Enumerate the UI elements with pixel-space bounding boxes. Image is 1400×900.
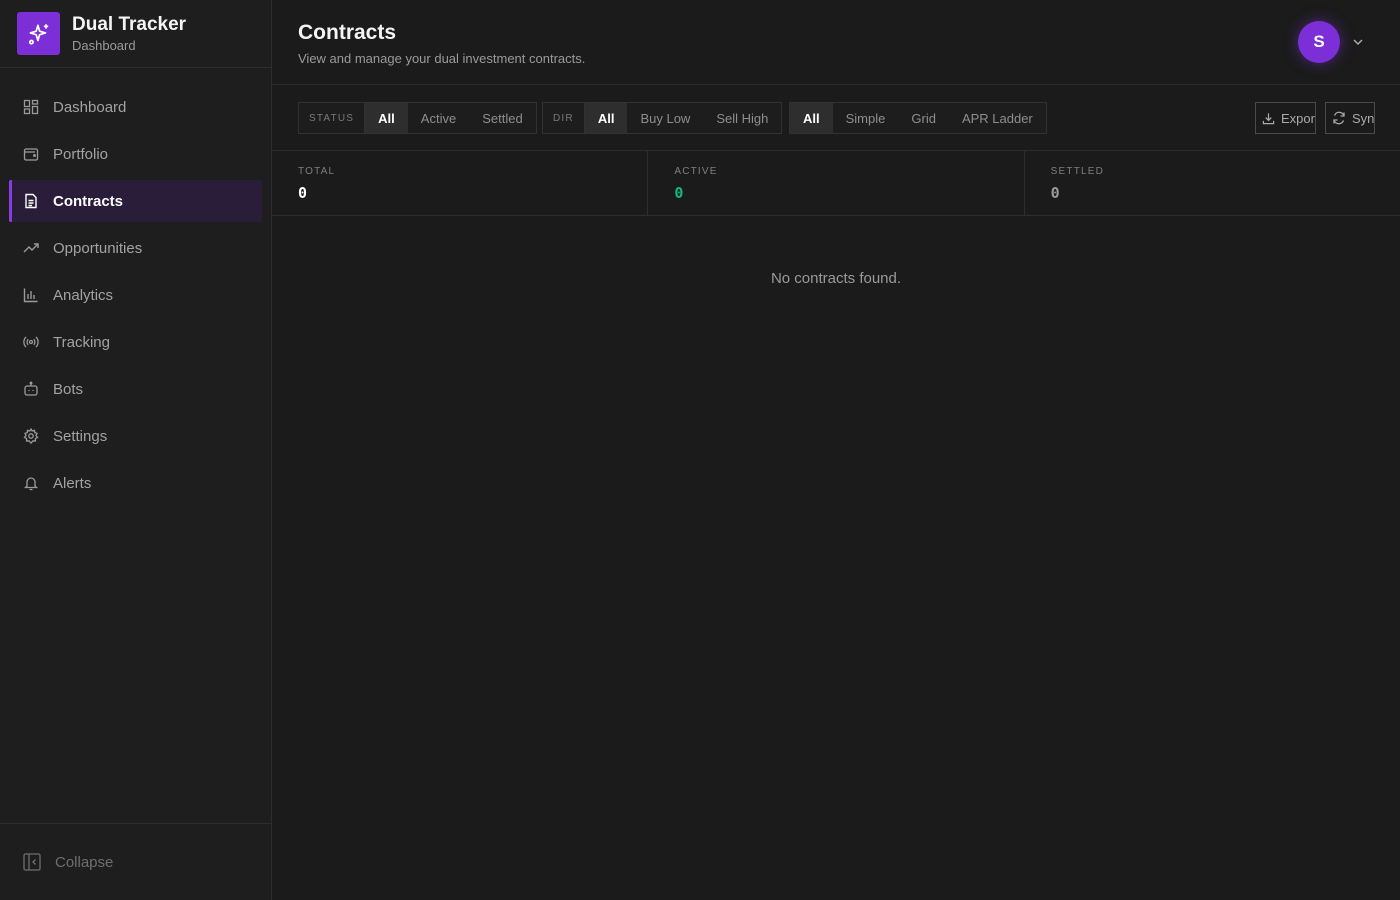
filter-toolbar: STATUS All Active Settled DIR All Buy Lo… bbox=[272, 85, 1400, 151]
sidebar-item-label: Portfolio bbox=[53, 145, 109, 163]
sidebar-item-label: Bots bbox=[53, 380, 84, 398]
status-filter-label: STATUS bbox=[299, 103, 366, 133]
avatar[interactable]: S bbox=[1298, 21, 1340, 63]
gear-icon bbox=[23, 428, 39, 444]
stat-label: TOTAL bbox=[298, 166, 336, 177]
collapse-icon bbox=[23, 853, 41, 871]
bot-icon bbox=[23, 381, 39, 397]
sync-button[interactable]: Sync bbox=[1325, 102, 1375, 134]
page-title: Contracts bbox=[298, 21, 397, 44]
main-content: Contracts View and manage your dual inve… bbox=[272, 0, 1400, 900]
sidebar-item-bots[interactable]: Bots bbox=[9, 368, 262, 410]
sparkles-icon[interactable] bbox=[17, 12, 60, 55]
dir-filter-sell-high[interactable]: Sell High bbox=[703, 103, 781, 133]
stat-value: 0 bbox=[1050, 184, 1060, 202]
sidebar-item-label: Dashboard bbox=[53, 98, 127, 116]
stat-label: ACTIVE bbox=[674, 166, 718, 177]
sidebar: Dual Tracker Dashboard Dashboard Portfol… bbox=[0, 0, 272, 900]
stat-value: 0 bbox=[674, 184, 684, 202]
document-icon bbox=[23, 193, 39, 209]
bar-chart-icon bbox=[23, 287, 39, 303]
radio-icon bbox=[23, 334, 39, 350]
download-icon bbox=[1262, 112, 1275, 125]
sidebar-item-settings[interactable]: Settings bbox=[9, 415, 262, 457]
type-filter: All Simple Grid APR Ladder bbox=[789, 102, 1047, 134]
type-filter-simple[interactable]: Simple bbox=[833, 103, 899, 133]
stat-settled: SETTLED 0 bbox=[1025, 151, 1400, 215]
chevron-down-icon[interactable] bbox=[1351, 35, 1365, 49]
sidebar-item-label: Contracts bbox=[53, 192, 124, 210]
stat-label: SETTLED bbox=[1050, 166, 1105, 177]
sidebar-item-portfolio[interactable]: Portfolio bbox=[9, 133, 262, 175]
stat-active: ACTIVE 0 bbox=[648, 151, 1025, 215]
brand: Dual Tracker Dashboard bbox=[0, 0, 271, 68]
type-filter-all[interactable]: All bbox=[790, 103, 833, 133]
status-filter-active[interactable]: Active bbox=[408, 103, 469, 133]
sidebar-item-dashboard[interactable]: Dashboard bbox=[9, 86, 262, 128]
sidebar-item-label: Alerts bbox=[53, 474, 92, 492]
status-filter-settled[interactable]: Settled bbox=[469, 103, 535, 133]
empty-state-message: No contracts found. bbox=[770, 270, 902, 287]
sidebar-item-label: Opportunities bbox=[53, 239, 143, 257]
sidebar-item-label: Settings bbox=[53, 427, 108, 445]
refresh-icon bbox=[1332, 111, 1346, 125]
sidebar-item-tracking[interactable]: Tracking bbox=[9, 321, 262, 363]
wallet-icon bbox=[23, 146, 39, 162]
stats-bar: TOTAL 0 ACTIVE 0 SETTLED 0 bbox=[272, 151, 1400, 216]
status-filter-all[interactable]: All bbox=[365, 103, 408, 133]
app-title: Dual Tracker bbox=[72, 14, 187, 35]
sidebar-item-label: Tracking bbox=[53, 333, 110, 351]
trending-up-icon bbox=[23, 240, 39, 256]
collapse-button[interactable]: Collapse bbox=[0, 823, 271, 900]
sync-label: Sync bbox=[1352, 110, 1375, 126]
dir-filter: DIR All Buy Low Sell High bbox=[542, 102, 783, 134]
sidebar-item-alerts[interactable]: Alerts bbox=[9, 462, 262, 504]
export-button[interactable]: Export bbox=[1255, 102, 1316, 134]
sidebar-item-opportunities[interactable]: Opportunities bbox=[9, 227, 262, 269]
type-filter-apr-ladder[interactable]: APR Ladder bbox=[949, 103, 1046, 133]
page-subtitle: View and manage your dual investment con… bbox=[298, 51, 586, 66]
page-header: Contracts View and manage your dual inve… bbox=[272, 0, 1400, 85]
app-subtitle: Dashboard bbox=[72, 38, 136, 53]
collapse-label: Collapse bbox=[55, 853, 114, 871]
dir-filter-buy-low[interactable]: Buy Low bbox=[627, 103, 703, 133]
sidebar-item-analytics[interactable]: Analytics bbox=[9, 274, 262, 316]
dashboard-icon bbox=[23, 99, 39, 115]
dir-filter-all[interactable]: All bbox=[584, 103, 628, 133]
status-filter: STATUS All Active Settled bbox=[298, 102, 537, 134]
sidebar-nav: Dashboard Portfolio Contracts Opportunit… bbox=[0, 68, 271, 504]
bell-icon bbox=[23, 475, 39, 491]
dir-filter-label: DIR bbox=[543, 103, 585, 133]
stat-value: 0 bbox=[298, 184, 308, 202]
sidebar-item-contracts[interactable]: Contracts bbox=[9, 180, 262, 222]
type-filter-grid[interactable]: Grid bbox=[898, 103, 949, 133]
stat-total: TOTAL 0 bbox=[272, 151, 649, 215]
export-label: Export bbox=[1281, 110, 1316, 126]
sidebar-item-label: Analytics bbox=[53, 286, 114, 304]
